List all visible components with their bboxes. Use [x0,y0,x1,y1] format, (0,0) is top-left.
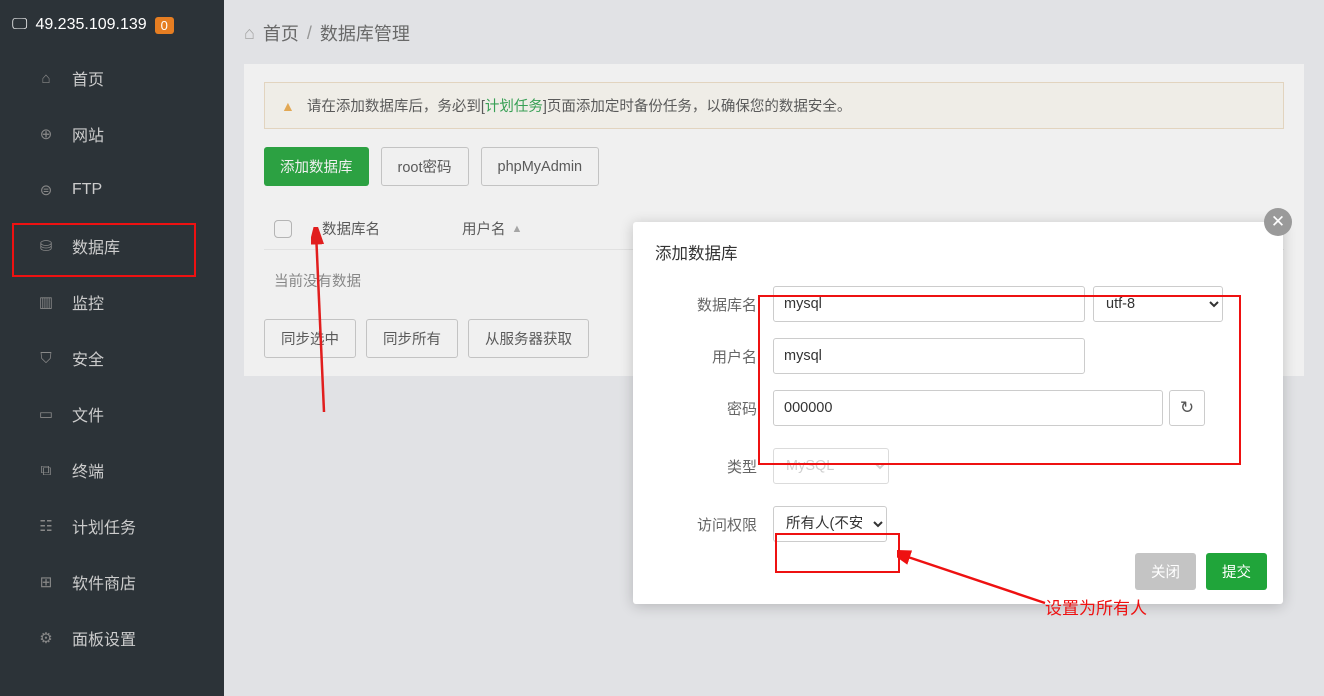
globe-icon: ⊕ [36,125,56,143]
server-ip: 49.235.109.139 [35,16,146,34]
calendar-icon: ☷ [36,517,56,535]
sidebar-item-label: 面板设置 [72,626,136,650]
type-select: MySQL [773,448,889,484]
terminal-icon: ⧉ [36,462,56,479]
label-access: 访问权限 [655,514,773,535]
label-username: 用户名 [655,346,773,367]
sidebar-item-website[interactable]: ⊕ 网站 [0,106,224,162]
sidebar-item-ftp[interactable]: ⊜ FTP [0,162,224,218]
sidebar-item-label: 计划任务 [72,514,136,538]
sidebar-item-security[interactable]: ⛉ 安全 [0,330,224,386]
chart-icon: ▥ [36,293,56,311]
sidebar-item-monitor[interactable]: ▥ 监控 [0,274,224,330]
ftp-icon: ⊜ [36,181,56,199]
encoding-select[interactable]: utf-8 [1093,286,1223,322]
sidebar: 🖵 49.235.109.139 0 ⌂ 首页 ⊕ 网站 ⊜ FTP ⛁ 数据库… [0,0,224,696]
sidebar-item-label: 文件 [72,402,104,426]
server-header: 🖵 49.235.109.139 0 [0,0,224,50]
add-database-modal: ✕ 添加数据库 数据库名 utf-8 用户名 密码 ↻ 类型 MySQL 访问权… [633,222,1283,604]
sidebar-item-label: 首页 [72,66,104,90]
grid-icon: ⊞ [36,573,56,591]
sidebar-item-label: FTP [72,181,102,199]
submit-button[interactable]: 提交 [1206,553,1267,590]
folder-icon: ▭ [36,405,56,423]
sidebar-item-label: 安全 [72,346,104,370]
sidebar-item-label: 网站 [72,122,104,146]
database-icon: ⛁ [36,237,56,255]
gear-icon: ⚙ [36,629,56,647]
home-icon: ⌂ [36,70,56,87]
refresh-password-button[interactable]: ↻ [1169,390,1205,426]
close-icon[interactable]: ✕ [1264,208,1292,236]
sidebar-item-terminal[interactable]: ⧉ 终端 [0,442,224,498]
sidebar-item-label: 监控 [72,290,104,314]
sidebar-item-files[interactable]: ▭ 文件 [0,386,224,442]
sidebar-item-label: 数据库 [72,234,120,258]
sidebar-item-settings[interactable]: ⚙ 面板设置 [0,610,224,666]
username-input[interactable] [773,338,1085,374]
label-dbname: 数据库名 [655,294,773,315]
password-input[interactable] [773,390,1163,426]
sidebar-item-database[interactable]: ⛁ 数据库 [0,218,224,274]
label-type: 类型 [655,456,773,477]
notification-badge[interactable]: 0 [155,17,174,34]
sidebar-item-store[interactable]: ⊞ 软件商店 [0,554,224,610]
monitor-icon: 🖵 [12,16,27,34]
dbname-input[interactable] [773,286,1085,322]
sidebar-item-label: 终端 [72,458,104,482]
close-button[interactable]: 关闭 [1135,553,1196,590]
shield-icon: ⛉ [36,350,56,367]
label-password: 密码 [655,398,773,419]
sidebar-item-cron[interactable]: ☷ 计划任务 [0,498,224,554]
access-select[interactable]: 所有人(不安全) [773,506,887,542]
sidebar-item-home[interactable]: ⌂ 首页 [0,50,224,106]
refresh-icon: ↻ [1180,398,1194,418]
modal-title: 添加数据库 [633,222,1283,278]
sidebar-item-label: 软件商店 [72,570,136,594]
modal-footer: 关闭 提交 [1135,553,1267,590]
